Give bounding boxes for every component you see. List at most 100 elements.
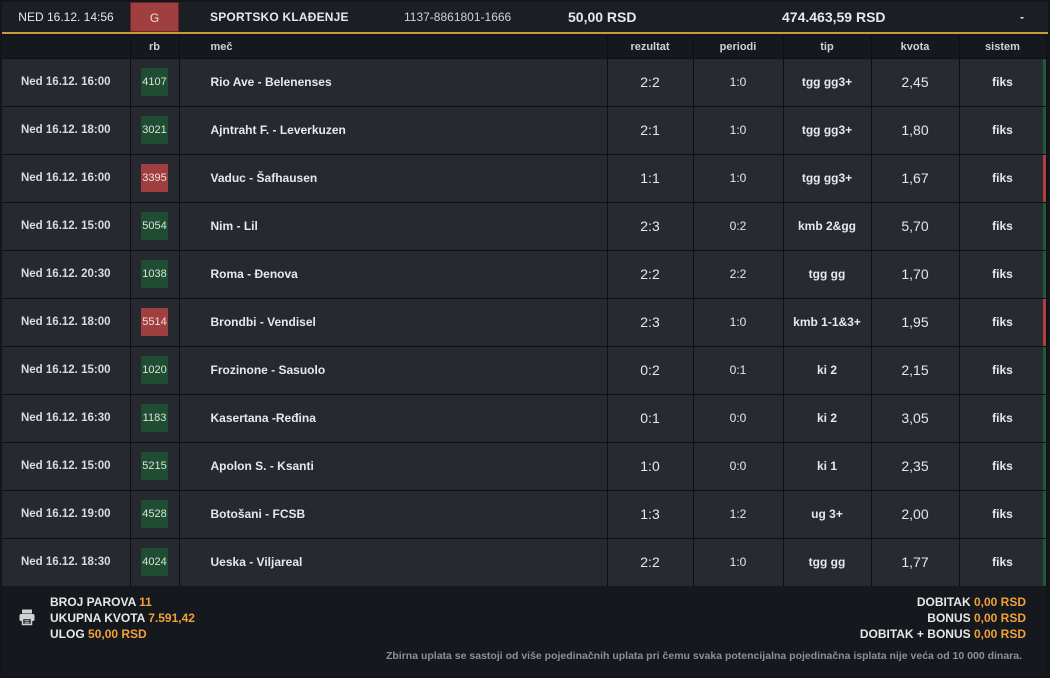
rb-chip: 5215 [141, 452, 168, 480]
row-match: Kasertana -Ređina [179, 393, 608, 442]
ticket-title: SPORTSKO KLAĐENJE [210, 10, 349, 24]
row-odds: 1,70 [871, 249, 960, 298]
rb-chip: 5514 [141, 308, 168, 336]
total-odds-label: UKUPNA KVOTA [50, 611, 145, 625]
ticket-status-badge: G [130, 2, 179, 32]
ticket-dash: - [1020, 10, 1024, 24]
col-odds: kvota [871, 36, 960, 58]
row-rb: 1038 [130, 249, 180, 298]
row-result: 0:2 [607, 345, 694, 394]
table-row[interactable]: Ned 16.12. 16:00 4107 Rio Ave - Belenenses… [2, 57, 1047, 106]
ticket-stake: 50,00 RSD [568, 9, 637, 25]
row-system: fiks [959, 489, 1047, 538]
row-system: fiks [959, 393, 1047, 442]
row-date: Ned 16.12. 15:00 [2, 441, 131, 490]
ticket-datetime: NED 16.12. 14:56 [18, 10, 114, 24]
row-periods: 0:0 [693, 441, 784, 490]
table-body: Ned 16.12. 16:00 4107 Rio Ave - Belenenses… [2, 57, 1047, 586]
row-date: Ned 16.12. 16:00 [2, 153, 131, 202]
row-system: fiks [959, 105, 1047, 154]
row-odds: 3,05 [871, 393, 960, 442]
rb-chip: 4528 [141, 500, 168, 528]
row-match: Vaduc - Šafhausen [179, 153, 608, 202]
row-odds: 1,95 [871, 297, 960, 346]
row-date: Ned 16.12. 16:30 [2, 393, 131, 442]
table-row[interactable]: Ned 16.12. 16:00 3395 Vaduc - Šafhausen 1:1… [2, 153, 1047, 202]
win-bonus-value: 0,00 RSD [973, 627, 1026, 641]
table-row[interactable]: Ned 16.12. 16:30 1183 Kasertana -Ređina 0:1… [2, 393, 1047, 442]
row-odds: 5,70 [871, 201, 960, 250]
stake-label: ULOG [50, 627, 85, 641]
row-system: fiks [959, 537, 1047, 586]
row-result: 2:2 [607, 249, 694, 298]
col-tip: tip [783, 36, 872, 58]
row-tip: tgg gg3+ [783, 57, 872, 106]
total-odds-value: 7.591,42 [148, 611, 195, 625]
row-match: Ajntraht F. - Leverkuzen [179, 105, 608, 154]
row-rb: 3021 [130, 105, 180, 154]
table-row[interactable]: Ned 16.12. 19:00 4528 Botošani - FCSB 1:3 1:… [2, 489, 1047, 538]
rb-chip: 4107 [141, 68, 168, 96]
row-match: Apolon S. - Ksanti [179, 441, 608, 490]
rb-chip: 1020 [141, 356, 168, 384]
row-system: fiks [959, 57, 1047, 106]
table-row[interactable]: Ned 16.12. 18:00 5514 Brondbi - Vendisel 2:… [2, 297, 1047, 346]
ticket-table: rb meč rezultat periodi tip kvota sistem… [2, 36, 1047, 586]
row-periods: 0:2 [693, 201, 784, 250]
row-tip: kmb 2&gg [783, 201, 872, 250]
row-result: 1:3 [607, 489, 694, 538]
row-date: Ned 16.12. 16:00 [2, 57, 131, 106]
rb-chip: 1183 [141, 404, 168, 432]
row-date: Ned 16.12. 19:00 [2, 489, 131, 538]
row-tip: ki 1 [783, 441, 872, 490]
stake-value: 50,00 RSD [88, 627, 147, 641]
ticket-code: 1137-8861801-1666 [404, 10, 512, 24]
col-system: sistem [959, 36, 1047, 58]
row-rb: 4528 [130, 489, 180, 538]
footer-note: Zbirna uplata se sastoji od više pojedin… [385, 650, 1022, 662]
row-periods: 1:0 [693, 153, 784, 202]
row-tip: tgg gg [783, 537, 872, 586]
table-row[interactable]: Ned 16.12. 15:00 5215 Apolon S. - Ksanti 1:… [2, 441, 1047, 490]
win-label: DOBITAK [916, 595, 971, 609]
row-match: Ueska - Viljareal [179, 537, 608, 586]
row-tip: ki 2 [783, 393, 872, 442]
row-result: 2:1 [607, 105, 694, 154]
row-rb: 1020 [130, 345, 180, 394]
col-periods: periodi [693, 36, 784, 58]
rb-chip: 5054 [141, 212, 168, 240]
row-periods: 1:0 [693, 297, 784, 346]
row-periods: 1:2 [693, 489, 784, 538]
row-system: fiks [959, 441, 1047, 490]
rb-chip: 3395 [141, 164, 168, 192]
row-rb: 5215 [130, 441, 180, 490]
table-row[interactable]: Ned 16.12. 15:00 5054 Nim - Lil 2:3 0:2 kmb 2… [2, 201, 1047, 250]
bonus-label: BONUS [927, 611, 971, 625]
table-row[interactable]: Ned 16.12. 18:30 4024 Ueska - Viljareal 2:2… [2, 537, 1047, 586]
row-rb: 1183 [130, 393, 180, 442]
win-value: 0,00 RSD [973, 595, 1026, 609]
row-match: Brondbi - Vendisel [179, 297, 608, 346]
rb-chip: 3021 [141, 116, 168, 144]
row-tip: tgg gg3+ [783, 153, 872, 202]
row-tip: ki 2 [783, 345, 872, 394]
ticket-footer: BROJ PAROVA 11 UKUPNA KVOTA 7.591,42 ULO… [2, 586, 1046, 676]
row-result: 1:0 [607, 441, 694, 490]
row-periods: 2:2 [693, 249, 784, 298]
row-tip: ug 3+ [783, 489, 872, 538]
row-system: fiks [959, 201, 1047, 250]
row-result: 2:2 [607, 57, 694, 106]
table-row[interactable]: Ned 16.12. 15:00 1020 Frozinone - Sasuolo 0… [2, 345, 1047, 394]
row-odds: 2,45 [871, 57, 960, 106]
row-odds: 1,80 [871, 105, 960, 154]
table-row[interactable]: Ned 16.12. 18:00 3021 Ajntraht F. - Leverk… [2, 105, 1047, 154]
table-row[interactable]: Ned 16.12. 20:30 1038 Roma - Đenova 2:2 2:2 t… [2, 249, 1047, 298]
row-tip: kmb 1-1&3+ [783, 297, 872, 346]
row-result: 2:3 [607, 201, 694, 250]
row-system: fiks [959, 153, 1047, 202]
rb-chip: 1038 [141, 260, 168, 288]
bonus-line: BONUS 0,00 RSD [860, 610, 1026, 626]
row-odds: 2,00 [871, 489, 960, 538]
row-odds: 1,77 [871, 537, 960, 586]
print-icon[interactable] [18, 608, 36, 626]
